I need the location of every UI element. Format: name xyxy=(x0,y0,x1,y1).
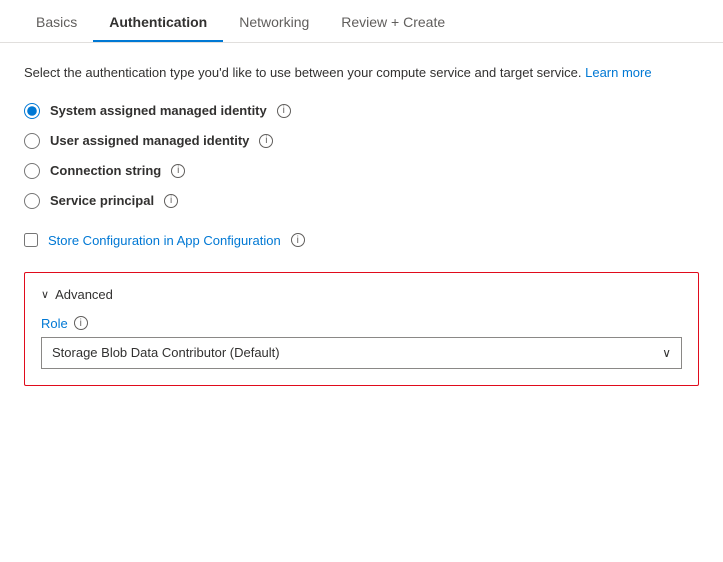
option-user-assigned[interactable]: User assigned managed identity i xyxy=(24,133,699,149)
store-config-row: Store Configuration in App Configuration… xyxy=(24,233,699,248)
role-label-row: Role i xyxy=(41,316,682,331)
tab-authentication[interactable]: Authentication xyxy=(93,0,223,42)
info-icon-user-assigned[interactable]: i xyxy=(259,134,273,148)
option-system-assigned-label: System assigned managed identity xyxy=(50,103,267,118)
role-label: Role xyxy=(41,316,68,331)
option-connection-string[interactable]: Connection string i xyxy=(24,163,699,179)
role-dropdown[interactable]: Storage Blob Data Contributor (Default) … xyxy=(41,337,682,369)
auth-options-group: System assigned managed identity i User … xyxy=(24,103,699,209)
radio-connection-string[interactable] xyxy=(24,163,40,179)
description-body: Select the authentication type you'd lik… xyxy=(24,65,581,80)
info-icon-service-principal[interactable]: i xyxy=(164,194,178,208)
tab-navigation: Basics Authentication Networking Review … xyxy=(0,0,723,43)
advanced-header[interactable]: ∨ Advanced xyxy=(41,287,682,302)
info-icon-store-config[interactable]: i xyxy=(291,233,305,247)
learn-more-link[interactable]: Learn more xyxy=(585,65,651,80)
tab-review-create[interactable]: Review + Create xyxy=(325,0,461,42)
info-icon-system-assigned[interactable]: i xyxy=(277,104,291,118)
tab-networking[interactable]: Networking xyxy=(223,0,325,42)
main-content: Select the authentication type you'd lik… xyxy=(0,43,723,406)
role-dropdown-value: Storage Blob Data Contributor (Default) xyxy=(52,345,280,360)
option-service-principal[interactable]: Service principal i xyxy=(24,193,699,209)
info-icon-role[interactable]: i xyxy=(74,316,88,330)
option-user-assigned-label: User assigned managed identity xyxy=(50,133,249,148)
tab-basics[interactable]: Basics xyxy=(20,0,93,42)
info-icon-connection-string[interactable]: i xyxy=(171,164,185,178)
dropdown-chevron-icon: ∨ xyxy=(662,346,671,360)
option-service-principal-label: Service principal xyxy=(50,193,154,208)
radio-system-assigned[interactable] xyxy=(24,103,40,119)
option-connection-string-label: Connection string xyxy=(50,163,161,178)
description-text: Select the authentication type you'd lik… xyxy=(24,63,699,83)
radio-service-principal[interactable] xyxy=(24,193,40,209)
chevron-advanced-icon: ∨ xyxy=(41,288,49,301)
store-config-checkbox[interactable] xyxy=(24,233,38,247)
store-config-label: Store Configuration in App Configuration xyxy=(48,233,281,248)
radio-user-assigned[interactable] xyxy=(24,133,40,149)
option-system-assigned[interactable]: System assigned managed identity i xyxy=(24,103,699,119)
advanced-section: ∨ Advanced Role i Storage Blob Data Cont… xyxy=(24,272,699,386)
advanced-title: Advanced xyxy=(55,287,113,302)
